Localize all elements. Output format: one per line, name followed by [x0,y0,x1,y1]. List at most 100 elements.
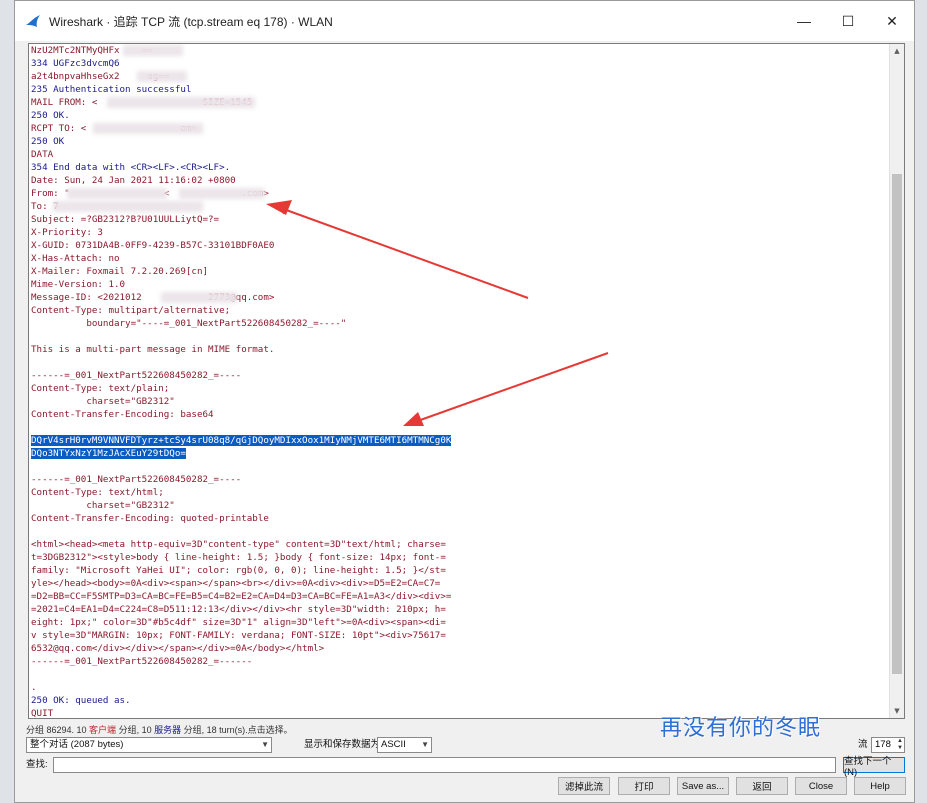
stream-line-text: Content-Type: text/html; [31,487,164,498]
stream-line[interactable]: DQo3NTYxNzY1MzJAcXEuY29tDQo= [31,447,891,460]
stream-line-text: 235 Authentication successful [31,84,192,95]
chevron-down-icon: ▼ [421,740,429,749]
help-button[interactable]: Help [854,777,906,795]
conversation-select-value: 整个对话 (2087 bytes) [30,739,124,750]
stream-line[interactable]: Content-Type: text/plain; [31,382,891,395]
stream-line-text: charset="GB2312" [31,500,175,511]
stream-line-text: eight: 1px;" color=3D"#b5c4df" size=3D"1… [31,617,446,628]
stream-line[interactable]: boundary="----=_001_NextPart522608450282… [31,317,891,330]
status-server-label: 服务器 [154,725,182,735]
scroll-up-arrow-icon[interactable]: ▲ [890,44,904,58]
stream-line-text: <html><head><meta http-equiv=3D"content-… [31,539,446,550]
stream-line[interactable]: 250 OK: queued as. [31,694,891,707]
stream-number-spinner[interactable]: 178 ▲ ▼ [871,737,905,753]
stream-line[interactable]: =D2=BB=CC=F5SMTP=D3=CA=BC=FE=B5=C4=B2=E2… [31,590,891,603]
stream-line[interactable]: family: "Microsoft YaHei UI"; color: rgb… [31,564,891,577]
stream-line[interactable]: 354 End data with <CR><LF>.<CR><LF>. [31,161,891,174]
stream-line[interactable]: 250 OK [31,135,891,148]
stream-line-text: charset="GB2312" [31,396,175,407]
stream-line[interactable]: X-GUID: 0731DA4B-0FF9-4239-B57C-33101BDF… [31,239,891,252]
stream-line[interactable]: yle></head><body>=0A<div><span></span><b… [31,577,891,590]
stream-label: 流 [858,739,868,750]
stream-line[interactable]: X-Has-Attach: no [31,252,891,265]
stream-line[interactable]: 334 UGFzc3dvcmQ6 [31,57,891,70]
stream-line[interactable]: DATA [31,148,891,161]
status-suffix: 分组, 18 turn(s).点击选择。 [181,725,293,735]
follow-tcp-stream-window: Wireshark · 追踪 TCP 流 (tcp.stream eq 178)… [14,0,915,803]
status-mid: 分组, 10 [116,725,155,735]
stream-line[interactable]: charset="GB2312" [31,395,891,408]
stream-line[interactable]: . [31,681,891,694]
stream-line[interactable]: t=3DGB2312"><style>body { line-height: 1… [31,551,891,564]
stream-line[interactable]: Mime-Version: 1.0 [31,278,891,291]
stream-line-text: DQrV4srH0rvM9VNNVFDTyrz+tcSy4srU08q8/qGj… [31,435,452,446]
stream-line[interactable]: ------=_001_NextPart522608450282_=---- [31,473,891,486]
vertical-scrollbar[interactable]: ▲ ▼ [889,44,904,718]
stream-content-pane[interactable]: NzU2MTc2NTMyQHFx == 334 UGFzc3dvcmQ6 a2t4b… [28,43,905,719]
stream-line[interactable] [31,330,891,343]
stream-line[interactable]: Message-ID: <2021012 2773@qq.com> [31,291,891,304]
stream-line-text: 354 End data with <CR><LF>.<CR><LF>. [31,162,231,173]
stream-line-text: family: "Microsoft YaHei UI"; color: rgb… [31,565,446,576]
print-button[interactable]: 打印 [618,777,670,795]
back-button[interactable]: 返回 [736,777,788,795]
stream-line[interactable]: Date: Sun, 24 Jan 2021 11:16:02 +0800 [31,174,891,187]
stream-lines[interactable]: NzU2MTc2NTMyQHFx == 334 UGFzc3dvcmQ6 a2t4b… [31,44,891,718]
minimize-button[interactable]: — [782,1,826,41]
redaction [53,201,203,212]
stream-line[interactable]: Content-Transfer-Encoding: base64 [31,408,891,421]
stream-line-text: ------=_001_NextPart522608450282_=---- [31,370,242,381]
stream-line[interactable]: Content-Type: multipart/alternative; [31,304,891,317]
stream-line-text: This is a multi-part message in MIME for… [31,344,275,355]
stream-line[interactable]: Content-Type: text/html; [31,486,891,499]
save-as-button[interactable]: Save as... [677,777,729,795]
find-label: 查找: [26,759,48,770]
stream-line[interactable]: This is a multi-part message in MIME for… [31,343,891,356]
stream-line[interactable]: ------=_001_NextPart522608450282_=---- [31,369,891,382]
stream-line-text: Content-Type: multipart/alternative; [31,305,231,316]
stream-line-text: 6532@qq.com</div></div></span></div>=0A<… [31,643,325,654]
stream-line[interactable]: X-Priority: 3 [31,226,891,239]
stream-line[interactable] [31,525,891,538]
stream-line[interactable] [31,421,891,434]
encoding-select-value: ASCII [381,739,406,750]
stream-line[interactable]: Content-Transfer-Encoding: quoted-printa… [31,512,891,525]
scroll-down-arrow-icon[interactable]: ▼ [890,704,904,718]
stream-line[interactable]: eight: 1px;" color=3D"#b5c4df" size=3D"1… [31,616,891,629]
stream-line[interactable]: Subject: =?GB2312?B?U01UULLiytQ=?= [31,213,891,226]
scrollbar-thumb[interactable] [892,174,902,674]
redaction [123,45,183,56]
close-button[interactable]: Close [795,777,847,795]
close-window-button[interactable]: ✕ [870,1,914,41]
watermark-text: 再没有你的冬眠 [660,716,822,741]
stream-line-text: ------=_001_NextPart522608450282_=------ [31,656,253,667]
find-row: 查找: 查找下一个(N) [26,756,906,778]
stream-line[interactable]: charset="GB2312" [31,499,891,512]
stream-line[interactable]: =2021=C4=EA1=D4=C224=C8=D511:12:13</div>… [31,603,891,616]
stream-line[interactable]: <html><head><meta http-equiv=3D"content-… [31,538,891,551]
stream-line[interactable]: 6532@qq.com</div></div></span></div>=0A<… [31,642,891,655]
button-row: 滤掉此流 打印 Save as... 返回 Close Help [15,777,916,797]
filter-out-stream-button[interactable]: 滤掉此流 [558,777,610,795]
stream-line-text: Content-Transfer-Encoding: quoted-printa… [31,513,269,524]
title-bar[interactable]: Wireshark · 追踪 TCP 流 (tcp.stream eq 178)… [15,1,914,41]
desktop-right [915,0,927,803]
find-next-button[interactable]: 查找下一个(N) [843,756,905,778]
stream-line-text: X-Mailer: Foxmail 7.2.20.269[cn] [31,266,209,277]
stream-line-text: 334 UGFzc3dvcmQ6 [31,58,120,69]
stream-line[interactable] [31,460,891,473]
encoding-select[interactable]: ASCII ▼ [377,737,432,753]
maximize-button[interactable]: ☐ [826,1,870,41]
stream-line[interactable]: X-Mailer: Foxmail 7.2.20.269[cn] [31,265,891,278]
stream-line[interactable]: ------=_001_NextPart522608450282_=------ [31,655,891,668]
stream-line[interactable] [31,356,891,369]
redaction [179,188,265,199]
stream-line[interactable]: 250 OK. [31,109,891,122]
stream-line[interactable]: 235 Authentication successful [31,83,891,96]
spinner-arrows-icon[interactable]: ▲ ▼ [897,738,903,752]
stream-line[interactable] [31,668,891,681]
stream-line[interactable]: v style=3D"MARGIN: 10px; FONT-FAMILY: ve… [31,629,891,642]
conversation-select[interactable]: 整个对话 (2087 bytes) ▼ [26,737,272,753]
find-input[interactable] [53,757,836,773]
stream-line[interactable]: DQrV4srH0rvM9VNNVFDTyrz+tcSy4srU08q8/qGj… [31,434,891,447]
